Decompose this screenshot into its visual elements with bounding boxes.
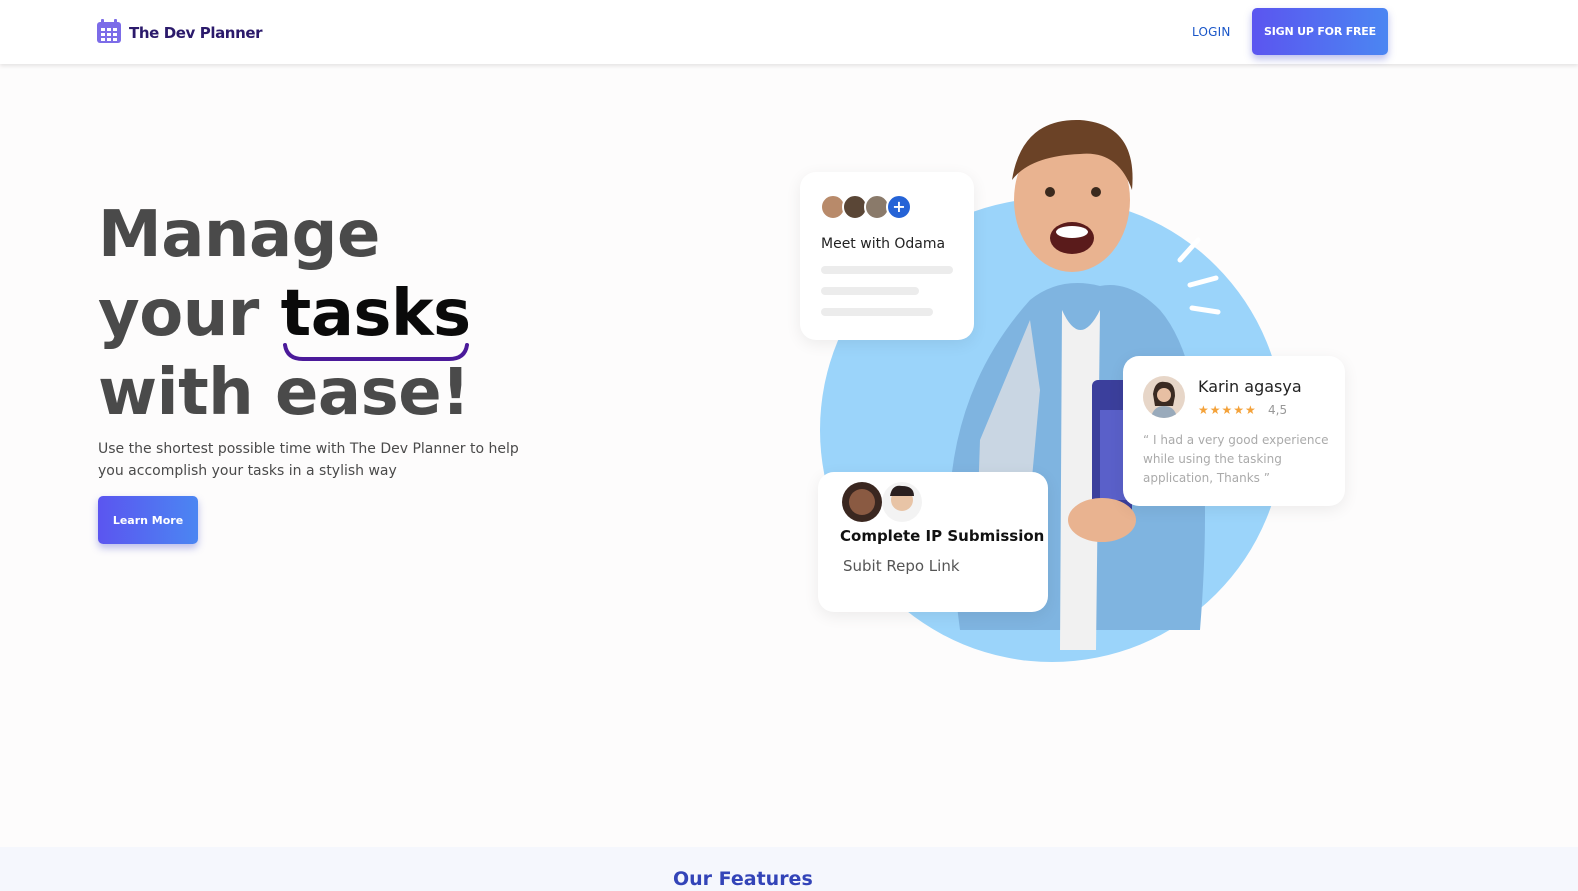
signup-button[interactable]: SIGN UP FOR FREE <box>1252 8 1388 55</box>
hero-illustration: + Meet with Odama Karin agasya ★★★★★ 4,5… <box>800 110 1360 670</box>
plus-icon[interactable]: + <box>886 194 912 220</box>
brand-name: The Dev Planner <box>129 24 263 42</box>
meeting-title: Meet with Odama <box>821 236 946 252</box>
login-link[interactable]: LOGIN <box>1192 25 1231 39</box>
hero-subtitle: Use the shortest possible time with The … <box>98 441 519 479</box>
placeholder-line <box>821 266 953 274</box>
headline-line-1: Manage <box>98 198 380 272</box>
headline-highlight: tasks <box>281 275 471 361</box>
placeholder-line <box>821 308 933 316</box>
features-title: Our Features <box>673 868 813 890</box>
avatar <box>1143 376 1185 418</box>
placeholder-line <box>821 287 919 295</box>
review-quote: “ I had a very good experience while usi… <box>1143 433 1329 485</box>
calendar-icon <box>96 18 122 48</box>
star-icon: ★★★★★ <box>1198 403 1257 417</box>
task-subtitle: Subit Repo Link <box>843 557 960 575</box>
headline-line-2: your tasks <box>98 275 471 361</box>
review-card: Karin agasya ★★★★★ 4,5 “ I had a very go… <box>1123 356 1345 506</box>
meeting-card[interactable]: + Meet with Odama <box>800 172 974 340</box>
headline-line-3: with ease! <box>98 356 470 430</box>
highlight-underline <box>282 343 469 361</box>
task-avatars <box>838 478 928 522</box>
reviewer-name: Karin agasya <box>1198 377 1302 396</box>
brand[interactable]: The Dev Planner <box>96 18 263 48</box>
headline-your: your <box>98 277 281 351</box>
task-card[interactable]: Complete IP Submission Subit Repo Link <box>818 472 1048 612</box>
task-title: Complete IP Submission <box>840 527 1045 545</box>
top-navbar: The Dev Planner LOGIN SIGN UP FOR FREE <box>0 0 1578 64</box>
hero-headline: Manage your tasks with ease! <box>98 196 471 433</box>
meeting-avatars: + <box>820 194 912 220</box>
rating-value: 4,5 <box>1268 403 1288 417</box>
learn-more-button[interactable]: Learn More <box>98 496 198 544</box>
